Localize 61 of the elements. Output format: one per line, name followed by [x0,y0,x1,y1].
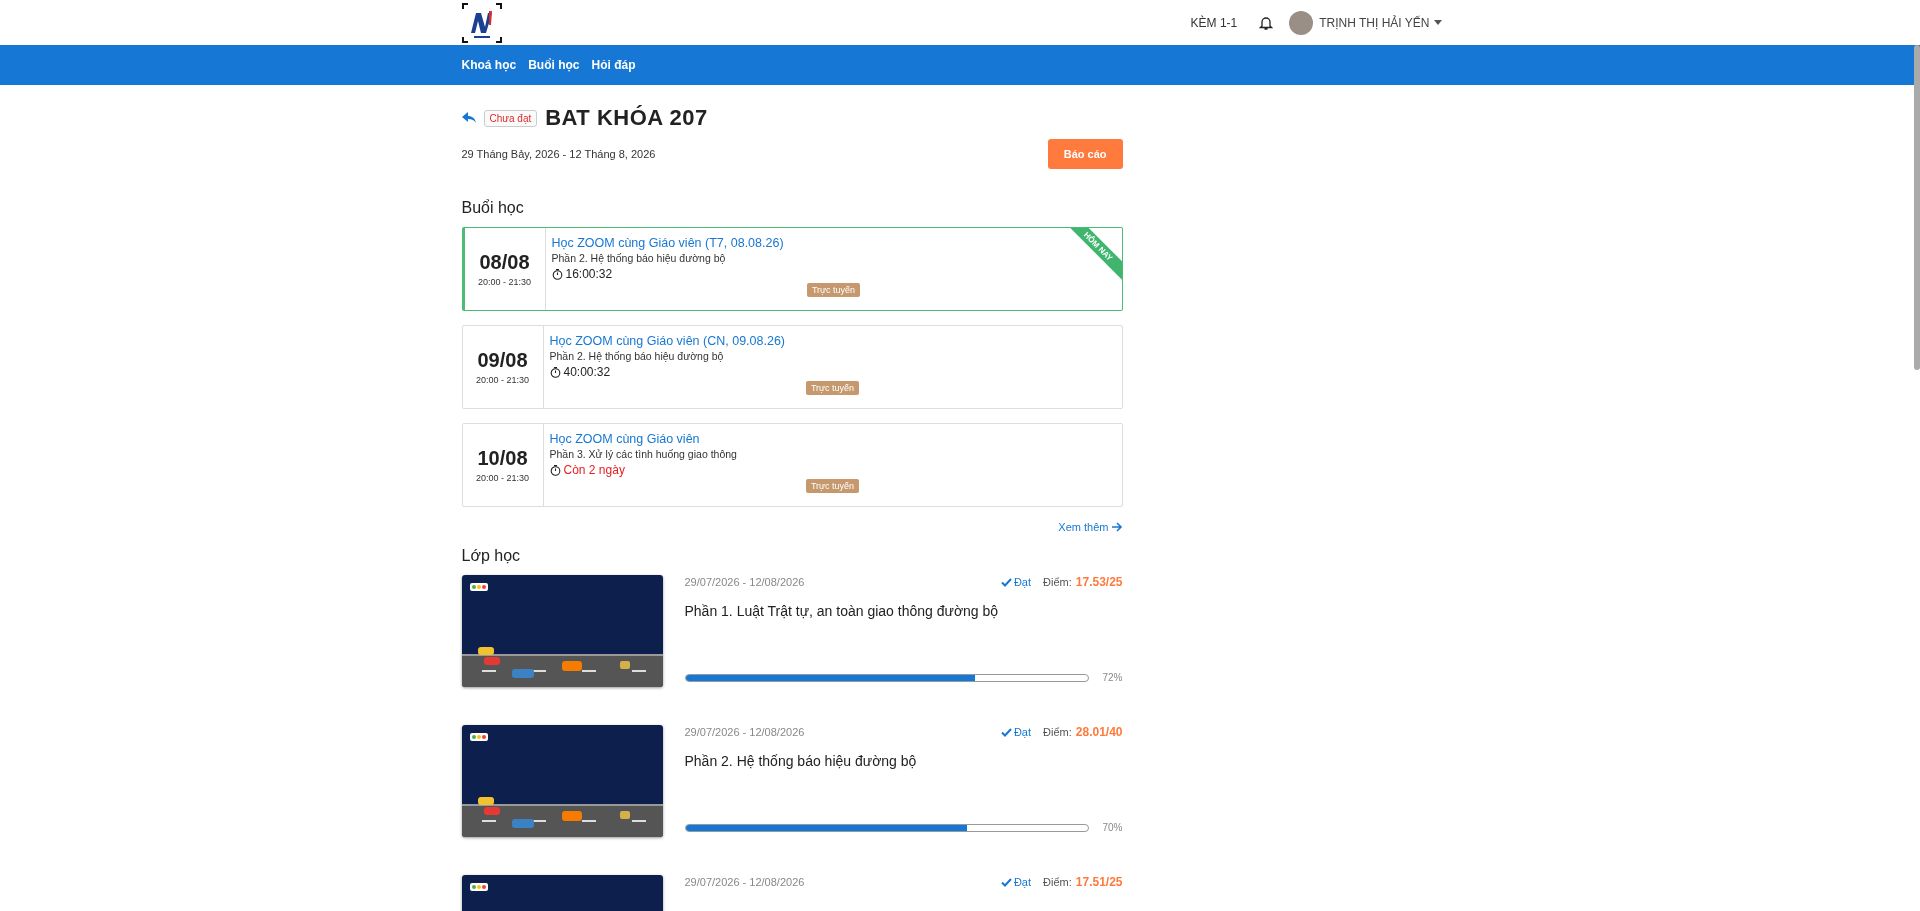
check-icon [1000,727,1012,737]
session-title-link[interactable]: Học ZOOM cùng Giáo viên [549,432,700,446]
class-title[interactable]: Phần 1. Luật Trật tự, an toàn giao thông đường bộ [684,603,1123,619]
nav-link[interactable]: Khoá học [461,58,517,72]
session-time: 20:00 - 21:30 [475,375,529,385]
back-arrow-icon[interactable] [461,112,476,124]
countdown: 40:00:32 [563,365,611,379]
session-card[interactable]: 09/08 20:00 - 21:30 Học ZOOM cùng Giáo viên (CN, 09.08.26) Phần 2. Hệ thống báo hiệu đường bộ 40:00:32 Trực tuyến [461,325,1123,409]
countdown: 16:00:32 [565,267,613,281]
score-value: 17.53/25 [1075,575,1123,589]
nav-link[interactable]: Buổi học [528,58,580,72]
score-label: Điểm: [1043,726,1072,738]
header-link[interactable]: KÈM 1-1 [1190,15,1238,30]
section-heading: Buổi học [461,199,525,217]
avatar[interactable] [1289,10,1314,35]
class-dates: 29/07/2026 - 12/08/2026 [684,576,805,588]
stopwatch-icon [549,366,561,378]
session-date: 08/08 [479,251,530,274]
score-label: Điểm: [1043,576,1072,588]
class-dates: 29/07/2026 - 12/08/2026 [684,726,805,738]
stopwatch-icon [549,464,561,476]
score-value: 28.01/40 [1075,725,1123,739]
check-icon [1000,877,1012,887]
pass-status: Đạt [1000,876,1032,888]
score-label: Điểm: [1043,876,1072,888]
stopwatch-icon [551,268,563,280]
report-button[interactable]: Báo cáo [1047,139,1123,169]
session-date: 10/08 [477,447,528,470]
session-time: 20:00 - 21:30 [477,277,531,287]
session-date: 09/08 [477,349,528,372]
caret-icon [1433,20,1442,25]
session-part: Phần 3. Xử lý các tình huống giao thông [549,448,737,460]
class-dates: 29/07/2026 - 12/08/2026 [684,876,805,888]
see-more-link[interactable]: Xem thêm [1058,521,1123,533]
mode-tag: Trực tuyến [805,381,860,395]
pass-status: Đạt [1000,726,1032,738]
logo[interactable] [461,2,502,43]
status-badge: Chưa đạt [483,109,538,127]
session-part: Phần 2. Hệ thống báo hiệu đường bộ [551,252,726,264]
nav-link[interactable]: Hỏi đáp [591,58,636,72]
course-title: BAT KHÓA 207 [545,105,708,131]
session-time: 20:00 - 21:30 [475,473,529,483]
mode-tag: Trực tuyến [805,479,860,493]
session-title-link[interactable]: Học ZOOM cùng Giáo viên (CN, 09.08.26) [549,334,785,348]
user-menu[interactable]: TRỊNH THỊ HẢI YẾN [1319,15,1442,30]
progress-percent: 72% [1101,672,1123,683]
arrow-right-icon [1111,522,1123,532]
countdown: Còn 2 ngày [563,463,625,477]
course-dates: 29 Tháng Bảy, 2026 - 12 Tháng 8, 2026 [461,148,656,160]
session-title-link[interactable]: Học ZOOM cùng Giáo viên (T7, 08.08.26) [551,236,784,250]
mode-tag: Trực tuyến [806,283,861,297]
bell-icon[interactable] [1259,14,1274,31]
scrollbar[interactable] [1914,45,1920,370]
class-title[interactable]: Phần 2. Hệ thống báo hiệu đường bộ [684,753,1123,769]
session-part: Phần 2. Hệ thống báo hiệu đường bộ [549,350,724,362]
score-value: 17.51/25 [1075,875,1123,889]
pass-status: Đạt [1000,576,1032,588]
session-card[interactable]: 10/08 20:00 - 21:30 Học ZOOM cùng Giáo viên Phần 3. Xử lý các tình huống giao thông Còn 2 ngày Trực tuyến [461,423,1123,507]
check-icon [1000,577,1012,587]
progress-percent: 70% [1101,822,1123,833]
section-heading: Lớp học [461,547,522,565]
